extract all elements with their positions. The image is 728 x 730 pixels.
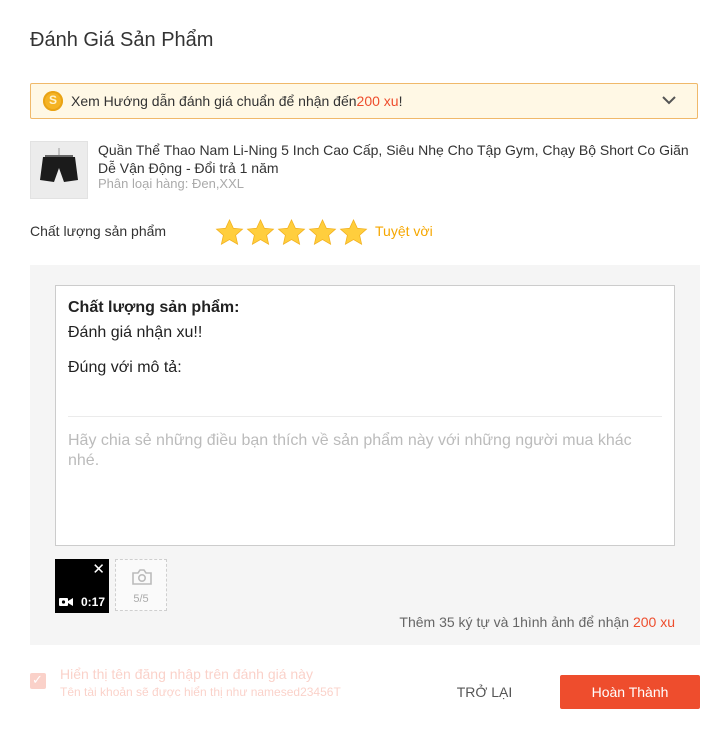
show-username-option[interactable]: Hiển thị tên đăng nhập trên đánh giá này… — [30, 663, 430, 703]
review-panel: Chất lượng sản phẩm: Đánh giá nhận xu!! … — [30, 265, 700, 645]
guide-amount: 200 xu — [356, 93, 399, 109]
video-thumbnail[interactable]: ✕ 0:17 — [55, 559, 109, 613]
video-duration: 0:17 — [80, 595, 105, 609]
photo-count: 5/5 — [133, 593, 149, 605]
back-button[interactable]: TRỞ LẠI — [427, 675, 542, 709]
star-rating[interactable] — [214, 218, 369, 248]
hint-amount: 200 xu — [632, 614, 675, 630]
guide-suffix: ! — [398, 93, 403, 109]
guide-text: Xem Hướng dẫn đánh giá chuẩn để nhận đến — [71, 93, 357, 109]
reward-hint: Thêm 35 ký tự và 1hình ảnh để nhận 200 x… — [399, 614, 675, 630]
shorts-image — [40, 148, 78, 182]
show-username-label: Hiển thị tên đăng nhập trên đánh giá này — [60, 666, 313, 682]
star-icon[interactable] — [307, 218, 338, 248]
camera-icon — [132, 569, 152, 585]
product-name: Quần Thể Thao Nam Li-Ning 5 Inch Cao Cấp… — [98, 142, 689, 176]
hint-text: Thêm 35 ký tự và 1hình ảnh để nhận — [399, 614, 633, 630]
product-info: Quần Thể Thao Nam Li-Ning 5 Inch Cao Cấp… — [30, 141, 700, 201]
chevron-down-icon[interactable] — [661, 92, 677, 108]
review-line-2: Đúng với mô tả: — [68, 359, 182, 376]
quality-label: Chất lượng sản phẩm — [30, 223, 167, 239]
star-icon[interactable] — [214, 218, 245, 248]
review-heading: Chất lượng sản phẩm: — [68, 299, 240, 316]
star-icon[interactable] — [338, 218, 369, 248]
star-icon[interactable] — [276, 218, 307, 248]
quality-rating-row: Chất lượng sản phẩm Tuyệt vời — [30, 218, 630, 248]
review-line-1: Đánh giá nhận xu!! — [68, 324, 203, 341]
dialog-title: Đánh Giá Sản Phẩm — [30, 29, 214, 51]
review-placeholder: Hãy chia sẻ những điều bạn thích về sản … — [68, 432, 632, 469]
divider — [68, 416, 662, 417]
product-variant: Phân loại hàng: Đen,XXL — [98, 176, 244, 191]
star-icon[interactable] — [245, 218, 276, 248]
close-icon[interactable]: ✕ — [92, 560, 105, 578]
show-username-checkbox[interactable] — [30, 672, 46, 689]
coin-icon — [43, 91, 63, 111]
add-photo-button[interactable]: 5/5 — [115, 559, 167, 611]
video-camera-icon — [59, 598, 73, 606]
complete-button[interactable]: Hoàn Thành — [560, 675, 700, 709]
review-guide-banner[interactable]: Xem Hướng dẫn đánh giá chuẩn để nhận đến… — [30, 83, 698, 119]
review-textarea[interactable]: Chất lượng sản phẩm: Đánh giá nhận xu!! … — [55, 285, 675, 546]
show-username-sub: Tên tài khoản sẽ được hiển thị như names… — [60, 685, 341, 699]
rating-text: Tuyệt vời — [375, 223, 433, 239]
product-thumbnail — [30, 141, 88, 199]
